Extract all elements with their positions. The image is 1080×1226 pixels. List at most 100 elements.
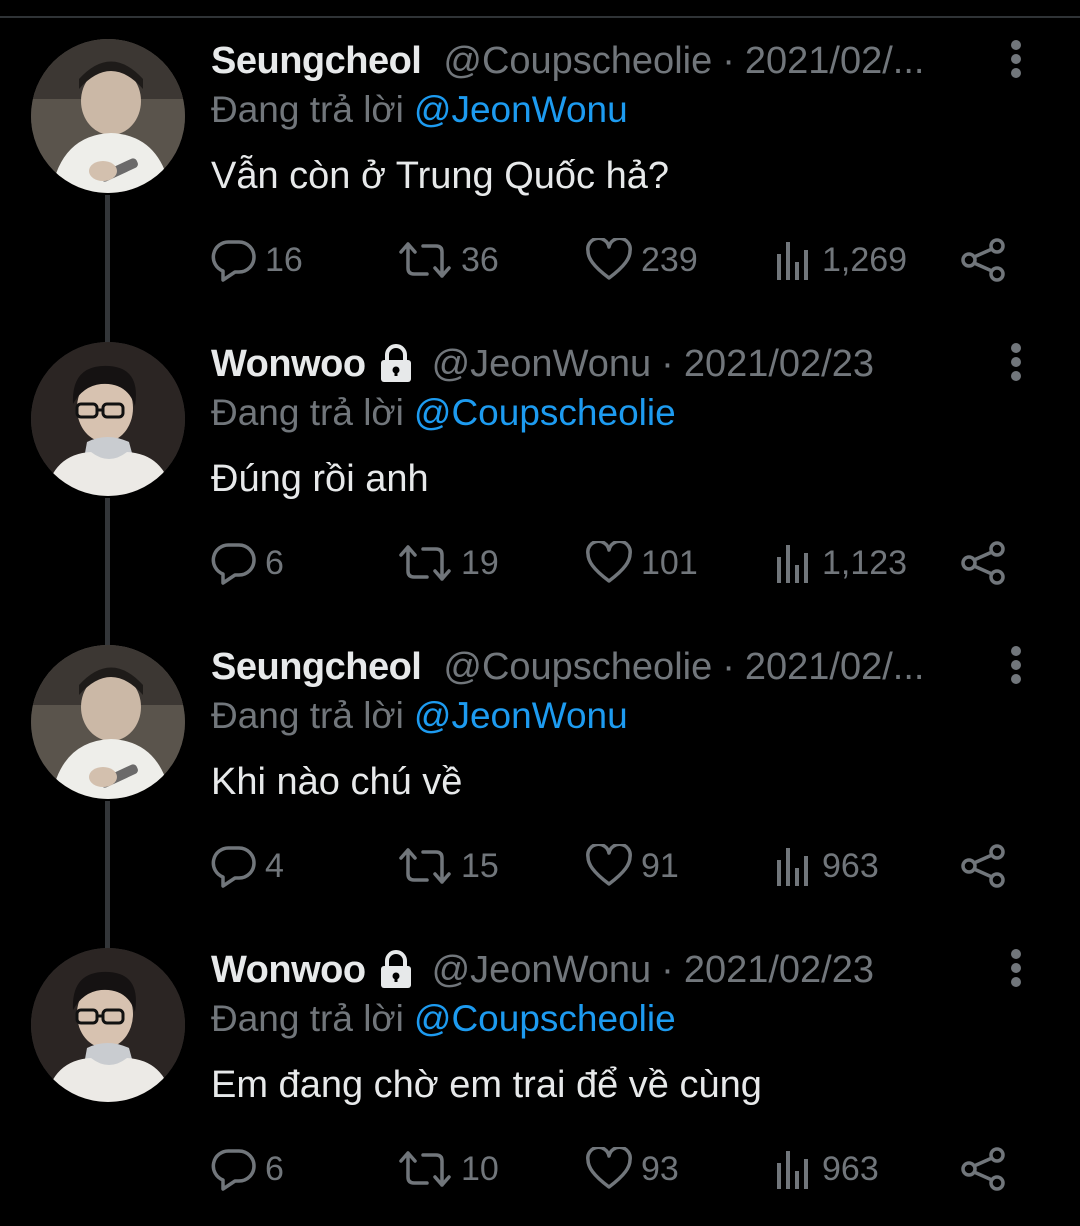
display-name[interactable]: Wonwoo — [211, 343, 366, 386]
tweet-date[interactable]: 2021/02/... — [745, 646, 925, 689]
tweet-text: Em đang chờ em trai để về cùng — [211, 1064, 762, 1106]
action-bar: 6 10 93 963 — [211, 1144, 1011, 1194]
like-icon — [586, 1147, 632, 1189]
share-icon — [961, 541, 1005, 585]
action-bar: 6 19 101 1,123 — [211, 538, 1011, 588]
tweet-text: Đúng rồi anh — [211, 458, 429, 500]
separator-dot: · — [661, 342, 674, 385]
views-icon — [777, 242, 808, 280]
replying-prefix: Đang trả lời — [211, 89, 404, 130]
retweet-button[interactable]: 19 — [397, 538, 499, 588]
tweet[interactable]: Seungcheol @Coupscheolie · 2021/02/... Đ… — [0, 621, 1080, 953]
reply-thread: Seungcheol @Coupscheolie · 2021/02/... Đ… — [0, 0, 1080, 1224]
retweet-count: 10 — [461, 1149, 499, 1188]
reply-count: 6 — [265, 543, 284, 582]
more-icon[interactable] — [1004, 39, 1028, 79]
views-button[interactable]: 1,123 — [774, 538, 907, 588]
retweet-count: 19 — [461, 543, 499, 582]
tweet-header: Seungcheol @Coupscheolie · 2021/02/... — [211, 641, 991, 693]
tweet[interactable]: Seungcheol @Coupscheolie · 2021/02/... Đ… — [0, 15, 1080, 347]
like-button[interactable]: 239 — [585, 235, 698, 285]
retweet-count: 15 — [461, 846, 499, 885]
views-button[interactable]: 963 — [774, 1144, 879, 1194]
retweet-icon — [399, 1151, 451, 1187]
reply-button[interactable]: 4 — [211, 841, 284, 891]
mention-link[interactable]: @JeonWonu — [414, 695, 628, 736]
mention-link[interactable]: @Coupscheolie — [414, 392, 676, 433]
replying-prefix: Đang trả lời — [211, 695, 404, 736]
tweet-date[interactable]: 2021/02/... — [745, 40, 925, 83]
display-name[interactable]: Seungcheol — [211, 40, 422, 83]
share-button[interactable] — [959, 235, 1007, 285]
display-name[interactable]: Seungcheol — [211, 646, 422, 689]
tweet[interactable]: Wonwoo @JeonWonu · 2021/02/23 Đang trả l… — [0, 318, 1080, 650]
share-button[interactable] — [959, 841, 1007, 891]
avatar[interactable] — [31, 39, 185, 193]
like-icon — [586, 844, 632, 886]
views-count: 1,123 — [822, 543, 908, 582]
retweet-count: 36 — [461, 240, 499, 279]
replying-to: Đang trả lời @JeonWonu — [211, 695, 628, 737]
like-icon — [586, 238, 632, 280]
avatar[interactable] — [31, 342, 185, 496]
reply-icon — [211, 240, 256, 282]
tweet-date[interactable]: 2021/02/23 — [684, 949, 874, 992]
tweet-header: Wonwoo @JeonWonu · 2021/02/23 — [211, 338, 991, 390]
share-button[interactable] — [959, 1144, 1007, 1194]
like-count: 239 — [641, 240, 698, 279]
reply-icon — [211, 1149, 256, 1191]
retweet-icon — [399, 545, 451, 581]
retweet-button[interactable]: 15 — [397, 841, 499, 891]
user-handle[interactable]: @Coupscheolie — [443, 646, 712, 689]
display-name[interactable]: Wonwoo — [211, 949, 366, 992]
replying-prefix: Đang trả lời — [211, 998, 404, 1039]
user-handle[interactable]: @JeonWonu — [432, 343, 652, 386]
like-count: 93 — [641, 1149, 679, 1188]
like-button[interactable]: 93 — [585, 1144, 679, 1194]
views-count: 1,269 — [822, 240, 908, 279]
replying-to: Đang trả lời @JeonWonu — [211, 89, 628, 131]
separator-dot: · — [722, 39, 735, 82]
like-count: 101 — [641, 543, 698, 582]
views-button[interactable]: 1,269 — [774, 235, 907, 285]
views-icon — [777, 848, 808, 886]
user-handle[interactable]: @JeonWonu — [432, 949, 652, 992]
like-button[interactable]: 91 — [585, 841, 679, 891]
views-count: 963 — [822, 846, 879, 885]
reply-button[interactable]: 6 — [211, 538, 284, 588]
reply-count: 16 — [265, 240, 303, 279]
tweet-text: Vẫn còn ở Trung Quốc hả? — [211, 155, 669, 197]
like-count: 91 — [641, 846, 679, 885]
avatar[interactable] — [31, 645, 185, 799]
reply-button[interactable]: 6 — [211, 1144, 284, 1194]
tweet-header: Wonwoo @JeonWonu · 2021/02/23 — [211, 944, 991, 996]
replying-to: Đang trả lời @Coupscheolie — [211, 392, 676, 434]
like-button[interactable]: 101 — [585, 538, 698, 588]
more-icon[interactable] — [1004, 342, 1028, 382]
share-button[interactable] — [959, 538, 1007, 588]
replying-to: Đang trả lời @Coupscheolie — [211, 998, 676, 1040]
views-button[interactable]: 963 — [774, 841, 879, 891]
mention-link[interactable]: @JeonWonu — [414, 89, 628, 130]
lock-icon — [380, 344, 411, 382]
retweet-button[interactable]: 36 — [397, 235, 499, 285]
avatar[interactable] — [31, 948, 185, 1102]
action-bar: 16 36 239 1,269 — [211, 235, 1011, 285]
tweet[interactable]: Wonwoo @JeonWonu · 2021/02/23 Đang trả l… — [0, 924, 1080, 1226]
reply-count: 6 — [265, 1149, 284, 1188]
tweet-header: Seungcheol @Coupscheolie · 2021/02/... — [211, 35, 991, 87]
share-icon — [961, 238, 1005, 282]
tweet-date[interactable]: 2021/02/23 — [684, 343, 874, 386]
retweet-icon — [399, 848, 451, 884]
retweet-button[interactable]: 10 — [397, 1144, 499, 1194]
reply-button[interactable]: 16 — [211, 235, 303, 285]
more-icon[interactable] — [1004, 645, 1028, 685]
mention-link[interactable]: @Coupscheolie — [414, 998, 676, 1039]
views-icon — [777, 1151, 808, 1189]
user-handle[interactable]: @Coupscheolie — [443, 40, 712, 83]
retweet-icon — [399, 242, 451, 278]
like-icon — [586, 541, 632, 583]
more-icon[interactable] — [1004, 948, 1028, 988]
tweet-text: Khi nào chú về — [211, 761, 463, 803]
share-icon — [961, 844, 1005, 888]
